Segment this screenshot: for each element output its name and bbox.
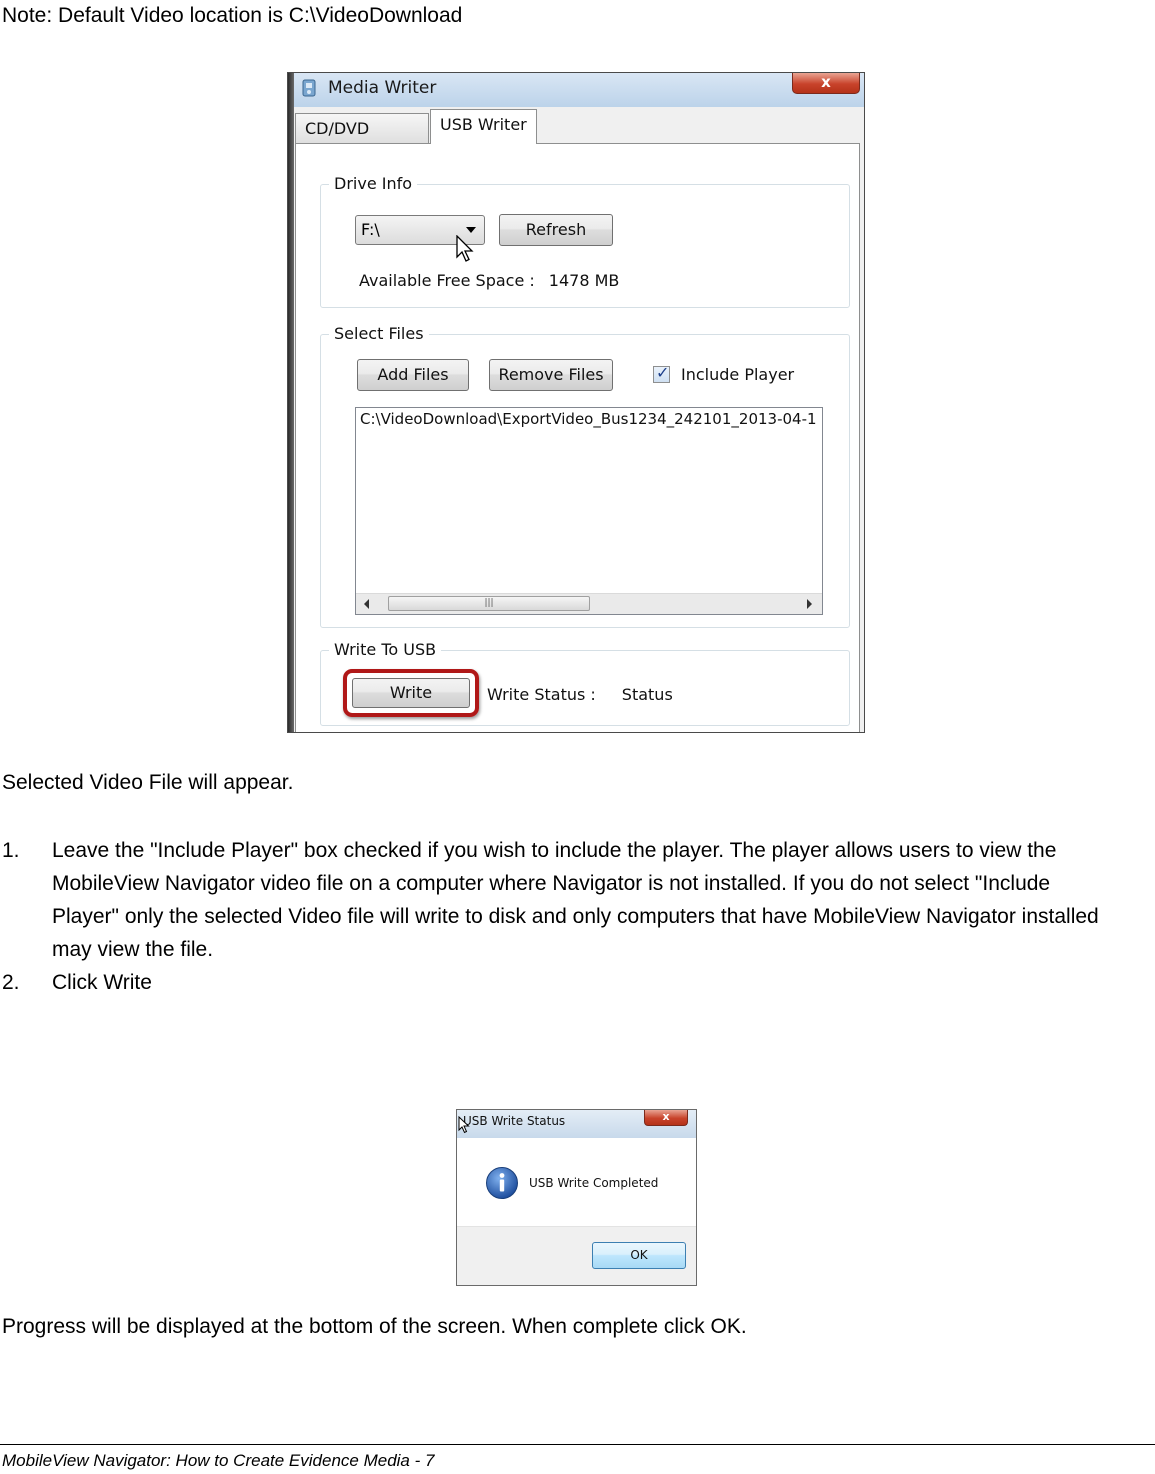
write-status-value: Status: [621, 685, 673, 704]
window-body: CD/DVD Writer USB Writer Drive Info F:\ …: [295, 107, 864, 732]
window-title: Media Writer: [328, 78, 437, 98]
add-files-button[interactable]: Add Files: [357, 359, 469, 391]
tab-cd-dvd-writer[interactable]: CD/DVD Writer: [295, 113, 429, 168]
dropdown-arrow-icon: [466, 227, 476, 233]
list-item: 2. Click Write: [0, 966, 1120, 999]
horizontal-scrollbar[interactable]: |||: [356, 593, 822, 614]
free-space-row: Available Free Space : 1478 MB: [359, 271, 619, 290]
usb-write-status-dialog: USB Write Status x USB Write Completed O…: [456, 1109, 697, 1286]
file-list[interactable]: C:\VideoDownload\ExportVideo_Bus1234_242…: [355, 407, 823, 615]
drive-info-group: Drive Info F:\ Refresh Available Free Sp…: [320, 174, 850, 308]
select-files-group: Select Files Add Files Remove Files ✓ In…: [320, 324, 850, 628]
include-player-checkbox[interactable]: ✓: [653, 363, 670, 383]
step-number: 1.: [2, 839, 20, 862]
refresh-button[interactable]: Refresh: [499, 214, 613, 246]
write-to-usb-legend: Write To USB: [329, 640, 442, 660]
media-writer-window: Media Writer x CD/DVD Writer USB Writer …: [287, 72, 865, 733]
step-text: Leave the "Include Player" box checked i…: [52, 839, 1099, 961]
free-space-label: Available Free Space :: [359, 271, 535, 290]
title-bar: Media Writer x: [288, 73, 864, 107]
scroll-thumb[interactable]: |||: [388, 596, 590, 611]
mouse-cursor-icon: [456, 235, 474, 262]
app-icon: [302, 79, 316, 97]
dialog-title: USB Write Status: [463, 1114, 566, 1128]
include-player-label: Include Player: [681, 365, 795, 384]
write-status-row: Write Status : Status: [487, 685, 673, 704]
step-number: 2.: [2, 971, 20, 994]
selected-file-note: Selected Video File will appear.: [2, 771, 294, 794]
usb-writer-panel: Drive Info F:\ Refresh Available Free Sp…: [295, 143, 860, 732]
checkbox-check-icon: ✓: [656, 363, 670, 382]
close-icon[interactable]: x: [792, 73, 860, 94]
info-icon: [486, 1167, 518, 1199]
free-space-value: 1478 MB: [548, 271, 620, 290]
progress-note: Progress will be displayed at the bottom…: [2, 1315, 747, 1338]
scroll-right-icon[interactable]: [807, 599, 812, 609]
scroll-left-icon[interactable]: [364, 599, 369, 609]
footer-divider: [0, 1444, 1155, 1445]
note-text: Note: Default Video location is C:\Video…: [2, 4, 463, 27]
list-item: 1. Leave the "Include Player" box checke…: [0, 834, 1120, 966]
remove-files-button[interactable]: Remove Files: [489, 359, 613, 391]
drive-info-legend: Drive Info: [329, 174, 418, 194]
step-list: 1. Leave the "Include Player" box checke…: [0, 834, 1120, 999]
page-footer: MobileView Navigator: How to Create Evid…: [2, 1451, 435, 1470]
dialog-footer: OK: [457, 1226, 696, 1285]
dialog-title-bar: USB Write Status x: [457, 1110, 696, 1138]
ok-button[interactable]: OK: [592, 1242, 686, 1269]
write-button[interactable]: Write: [352, 678, 470, 708]
step-text: Click Write: [52, 971, 152, 994]
drive-select-value: F:\: [361, 220, 380, 239]
list-item[interactable]: C:\VideoDownload\ExportVideo_Bus1234_242…: [360, 410, 817, 428]
write-status-label: Write Status :: [487, 685, 596, 704]
write-to-usb-group: Write To USB Write Write Status : Status: [320, 640, 850, 726]
close-icon[interactable]: x: [644, 1110, 688, 1126]
tab-usb-writer[interactable]: USB Writer: [430, 109, 537, 144]
dialog-message: USB Write Completed: [529, 1176, 659, 1190]
window-edge: [288, 73, 294, 732]
mouse-cursor-icon: [458, 1116, 470, 1134]
select-files-legend: Select Files: [329, 324, 429, 344]
